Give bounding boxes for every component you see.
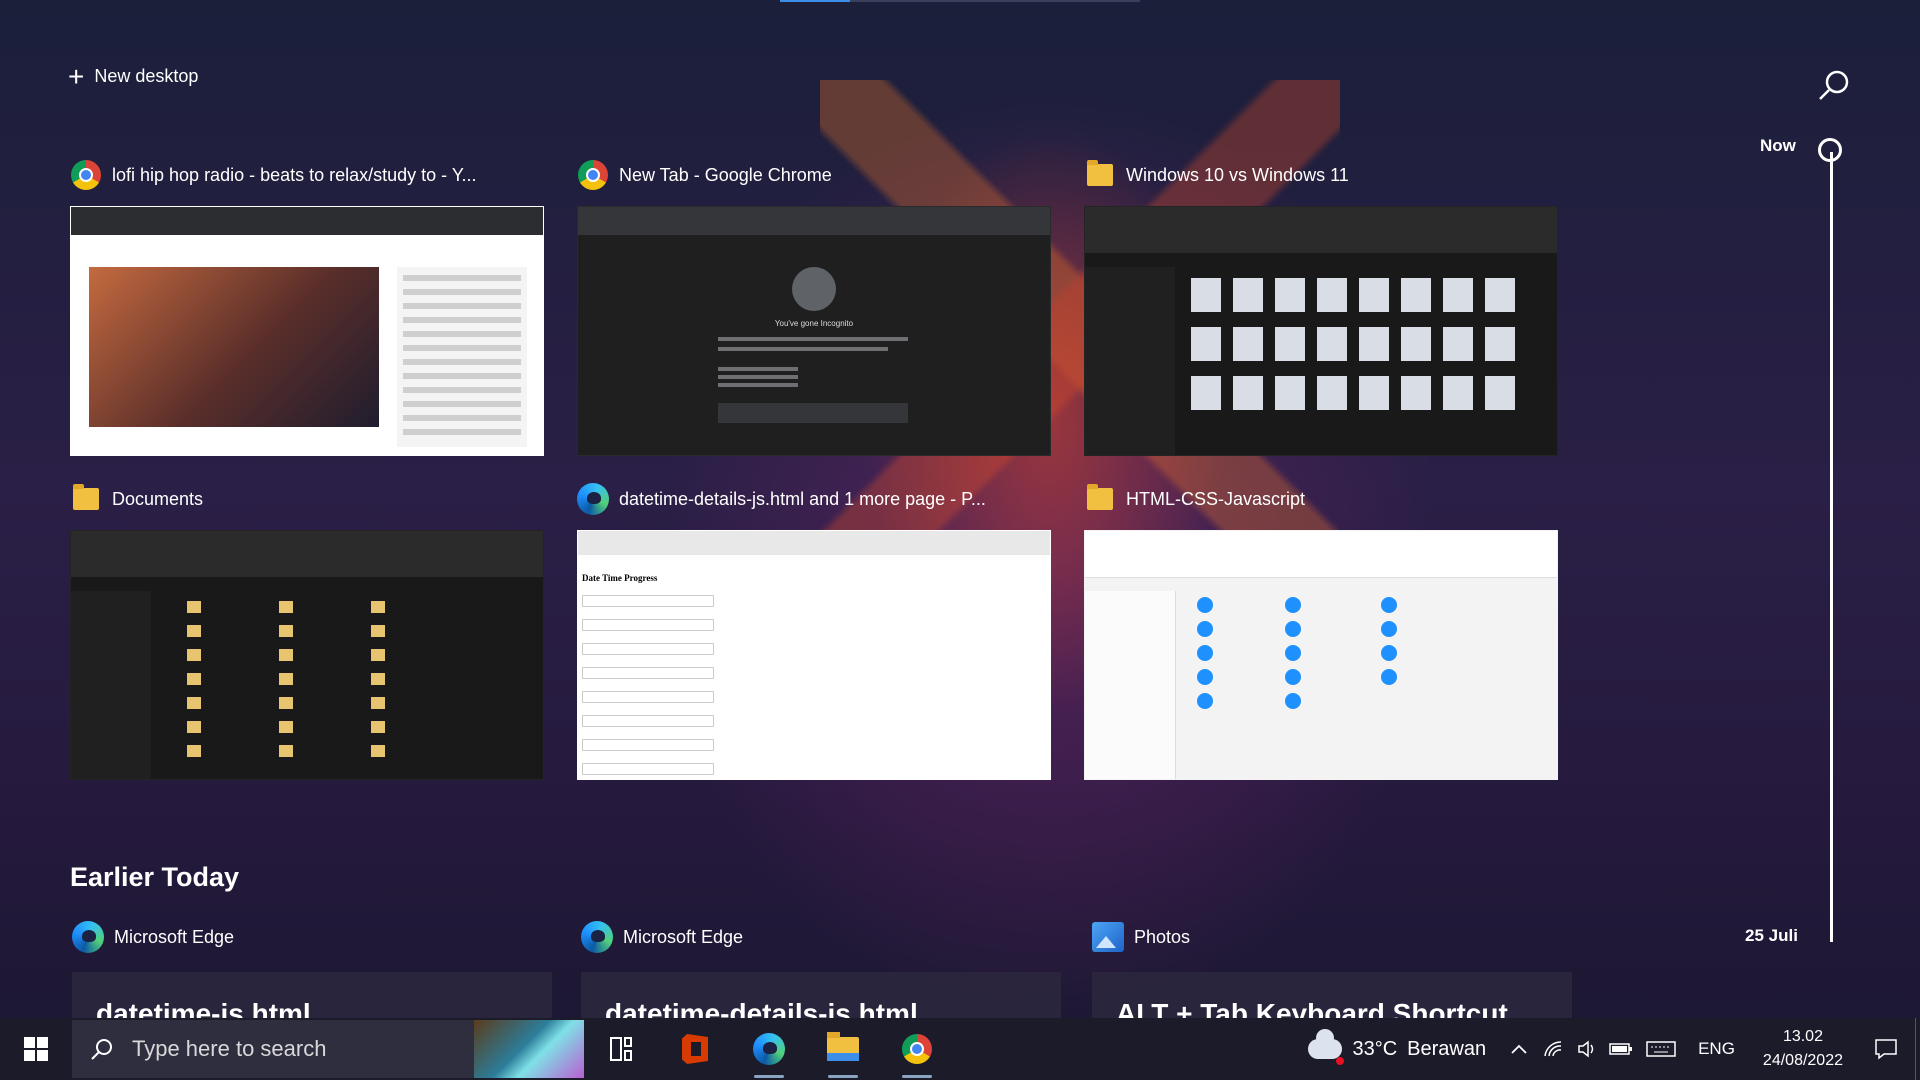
window-title: Windows 10 vs Windows 11 (1126, 164, 1349, 185)
folder-icon (73, 484, 99, 510)
chrome-icon (71, 160, 101, 190)
window-title: datetime-details-js.html and 1 more page… (619, 488, 986, 509)
start-button[interactable] (0, 1018, 72, 1080)
activity-app: Photos (1134, 926, 1191, 947)
notification-center-button[interactable] (1857, 1018, 1915, 1080)
video-preview (89, 267, 379, 427)
timeline-search-button[interactable] (1816, 68, 1852, 104)
window-title: New Tab - Google Chrome (619, 164, 832, 185)
edge-icon (581, 921, 613, 953)
window-thumbnail[interactable] (70, 530, 544, 780)
clock-date: 24/08/2022 (1762, 1052, 1843, 1069)
plus-icon: + (68, 60, 85, 92)
incognito-heading: You've gone Incognito (774, 319, 854, 328)
search-icon (1819, 70, 1849, 100)
task-view-icon (610, 1037, 632, 1061)
photos-icon (1092, 922, 1124, 952)
window-title: HTML-CSS-Javascript (1126, 488, 1306, 509)
new-desktop-button[interactable]: + New desktop (68, 60, 199, 92)
search-highlight-art (474, 1020, 584, 1078)
volume-icon[interactable] (1570, 1018, 1604, 1080)
activity-app: Microsoft Edge (114, 926, 235, 947)
taskbar: Type here to search 33°C Berawan ENG 13.… (0, 1018, 1920, 1080)
weather-widget[interactable]: 33°C Berawan (1292, 1029, 1502, 1065)
file-explorer-icon (827, 1032, 859, 1061)
search-icon (91, 1039, 112, 1060)
window-card-new-tab[interactable]: New Tab - Google Chrome You've gone Inco… (577, 158, 1051, 456)
chevron-up-icon[interactable] (1502, 1018, 1536, 1080)
system-tray: 33°C Berawan ENG 13.02 24/08/2022 (1292, 1018, 1920, 1080)
edge-app-button[interactable] (732, 1018, 806, 1080)
battery-icon[interactable] (1604, 1018, 1638, 1080)
earlier-today-heading: Earlier Today (70, 862, 240, 892)
taskbar-search-box[interactable]: Type here to search (72, 1020, 584, 1078)
chrome-icon (902, 1034, 932, 1064)
cloud-icon (1308, 1029, 1345, 1065)
edge-icon (753, 1033, 785, 1065)
chrome-icon (578, 160, 608, 190)
edge-icon (577, 483, 609, 515)
keyboard-icon[interactable] (1638, 1018, 1684, 1080)
window-title: Documents (112, 488, 204, 509)
input-language[interactable]: ENG (1684, 1039, 1749, 1059)
window-thumbnail[interactable]: Date Time Progress (577, 530, 1051, 780)
weather-temp: 33°C (1352, 1037, 1398, 1060)
incognito-icon (792, 267, 836, 311)
window-thumbnail[interactable]: You've gone Incognito (577, 206, 1051, 456)
folder-icon (1087, 484, 1113, 510)
window-thumbnail[interactable] (1084, 206, 1558, 456)
window-card-datetime-details[interactable]: datetime-details-js.html and 1 more page… (577, 482, 1051, 780)
desktop-strip-indicator (780, 0, 1140, 2)
search-placeholder: Type here to search (132, 1036, 327, 1061)
window-card-win10-vs-win11[interactable]: Windows 10 vs Windows 11 (1084, 158, 1558, 456)
office-app-button[interactable] (658, 1018, 732, 1080)
window-card-html-css-js[interactable]: HTML-CSS-Javascript (1084, 482, 1558, 780)
clock-time: 13.02 (1782, 1028, 1823, 1045)
task-view-button[interactable] (584, 1018, 658, 1080)
folder-icon (1087, 160, 1113, 186)
windows-logo-icon (24, 1037, 48, 1061)
chrome-app-button[interactable] (880, 1018, 954, 1080)
timeline-date-label[interactable]: 25 Juli (1745, 926, 1798, 946)
timeline-now-label[interactable]: Now (1760, 136, 1796, 156)
edge-icon (72, 921, 104, 953)
timeline-knob[interactable] (1818, 138, 1842, 162)
notification-icon (1875, 1039, 1897, 1060)
show-desktop-button[interactable] (1915, 1018, 1920, 1080)
window-thumbnail[interactable] (1084, 530, 1558, 780)
window-card-documents[interactable]: Documents (70, 482, 544, 780)
weather-condition: Berawan (1407, 1037, 1487, 1060)
activity-app: Microsoft Edge (623, 926, 744, 947)
timeline-scrollbar[interactable] (1830, 152, 1833, 942)
window-title: lofi hip hop radio - beats to relax/stud… (112, 164, 477, 185)
clock[interactable]: 13.02 24/08/2022 (1749, 1025, 1857, 1073)
new-desktop-label: New desktop (94, 66, 199, 86)
wifi-icon[interactable] (1536, 1018, 1570, 1080)
window-thumbnail[interactable] (70, 206, 544, 456)
office-icon (682, 1034, 708, 1064)
window-card-lofi[interactable]: lofi hip hop radio - beats to relax/stud… (70, 158, 544, 456)
file-explorer-app-button[interactable] (806, 1018, 880, 1080)
page-heading: Date Time Progress (582, 573, 658, 583)
